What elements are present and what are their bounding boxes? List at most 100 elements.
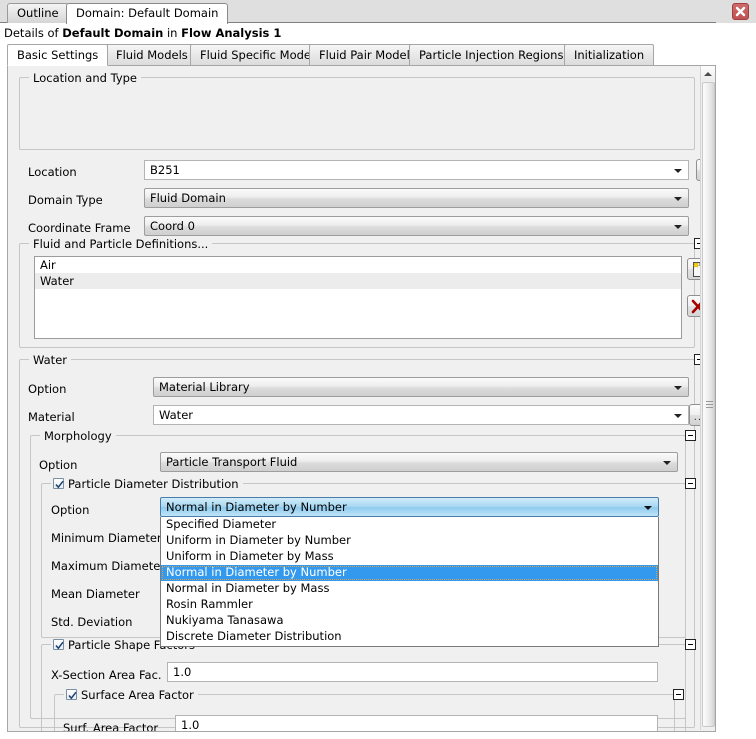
select-coordinate-frame[interactable]: Coord 0: [144, 216, 689, 236]
label-coordinate-frame: Coordinate Frame: [28, 221, 131, 235]
dropdown-option[interactable]: Uniform in Diameter by Number: [161, 533, 658, 549]
dropdown-option[interactable]: Normal in Diameter by Mass: [161, 581, 658, 597]
checkbox-particle-diameter-distribution[interactable]: [53, 478, 64, 489]
tab-initialization-label: Initialization: [574, 48, 645, 62]
chevron-down-icon[interactable]: [644, 506, 652, 510]
list-item-label: Air: [40, 258, 56, 272]
dropdown-option-label: Normal in Diameter by Number: [166, 565, 347, 579]
window-tab-domain-label: Domain: Default Domain: [76, 6, 219, 20]
tab-fluid-specific-models-label: Fluid Specific Models: [200, 48, 321, 62]
label-domain-type: Domain Type: [28, 193, 103, 207]
group-particle-diameter-distribution-label: Particle Diameter Distribution: [68, 477, 239, 491]
list-item[interactable]: Air: [35, 257, 681, 273]
list-fluid-particle-definitions[interactable]: Air Water: [34, 256, 682, 339]
details-context-name: Flow Analysis 1: [181, 26, 282, 40]
input-material[interactable]: Water: [153, 405, 689, 425]
group-fluid-particle-definitions-title: Fluid and Particle Definitions...: [29, 237, 213, 251]
dropdown-option[interactable]: Normal in Diameter by Number: [161, 565, 658, 581]
tab-particle-injection-regions-label: Particle Injection Regions...: [419, 48, 575, 62]
details-middle: in: [163, 26, 182, 40]
chevron-down-icon[interactable]: [674, 386, 682, 390]
group-location-and-type-title: Location and Type: [29, 71, 141, 85]
dropdown-option-label: Nukiyama Tanasawa: [166, 613, 284, 627]
details-header: Details of Default Domain in Flow Analys…: [4, 26, 281, 40]
select-pdd-option-value: Normal in Diameter by Number: [166, 500, 347, 514]
group-surface-area-factor-label: Surface Area Factor: [81, 688, 194, 702]
window-tab-outline[interactable]: Outline: [7, 3, 69, 23]
tab-basic-settings[interactable]: Basic Settings: [7, 44, 109, 66]
dropdown-option[interactable]: Rosin Rammler: [161, 597, 658, 613]
chevron-down-icon[interactable]: [674, 414, 682, 418]
collapse-surface-area-factor[interactable]: [673, 689, 684, 700]
group-location-and-type: Location and Type: [19, 71, 695, 150]
group-water-title: Water: [29, 353, 71, 367]
settings-pane: Location and Type Location B251 ... Doma…: [7, 66, 716, 732]
group-morphology-title: Morphology: [40, 429, 116, 443]
dropdown-option[interactable]: Discrete Diameter Distribution: [161, 629, 658, 645]
checkbox-particle-shape-factors[interactable]: [53, 639, 64, 650]
group-particle-diameter-distribution-title: Particle Diameter Distribution: [51, 477, 243, 491]
label-maximum-diameter: Maximum Diameter: [51, 559, 166, 573]
scroll-up-arrow-icon: [704, 72, 712, 76]
label-water-option: Option: [28, 382, 67, 396]
vertical-scrollbar[interactable]: [700, 66, 715, 730]
label-mean-diameter: Mean Diameter: [51, 587, 140, 601]
label-location: Location: [28, 165, 77, 179]
label-material: Material: [28, 410, 75, 424]
chevron-down-icon[interactable]: [663, 461, 671, 465]
collapse-morphology[interactable]: [685, 430, 696, 441]
checkmark-icon: [68, 691, 77, 700]
dropdown-pdd-options[interactable]: Specified Diameter Uniform in Diameter by…: [160, 517, 659, 647]
select-domain-type[interactable]: Fluid Domain: [144, 188, 689, 208]
group-surface-area-factor-title: Surface Area Factor: [64, 688, 198, 702]
details-object-name: Default Domain: [62, 26, 164, 40]
dropdown-option[interactable]: Uniform in Diameter by Mass: [161, 549, 658, 565]
scrollbar-thumb[interactable]: [702, 82, 715, 727]
input-surf-area-factor[interactable]: 1.0: [175, 715, 658, 731]
input-location[interactable]: B251: [144, 160, 689, 180]
close-icon: [735, 6, 746, 17]
select-pdd-option[interactable]: Normal in Diameter by Number: [160, 497, 659, 517]
window-tab-outline-label: Outline: [17, 6, 59, 20]
tab-fluid-pair-models-label: Fluid Pair Models: [319, 48, 416, 62]
tab-fluid-models-label: Fluid Models: [116, 48, 188, 62]
checkmark-icon: [55, 641, 64, 650]
select-water-option-value: Material Library: [159, 380, 250, 394]
chevron-down-icon[interactable]: [674, 225, 682, 229]
select-coordinate-frame-value: Coord 0: [150, 219, 195, 233]
chevron-down-icon[interactable]: [674, 169, 682, 173]
tab-initialization[interactable]: Initialization: [564, 44, 655, 66]
collapse-particle-shape-factors[interactable]: [685, 639, 696, 650]
label-morphology-option: Option: [39, 458, 78, 472]
input-xsection-area-factor[interactable]: 1.0: [167, 662, 658, 682]
select-domain-type-value: Fluid Domain: [150, 191, 226, 205]
checkbox-surface-area-factor[interactable]: [66, 689, 77, 700]
label-xsection-area-factor: X-Section Area Fac.: [51, 668, 162, 682]
chevron-down-icon[interactable]: [674, 197, 682, 201]
label-surf-area-factor: Surf. Area Factor: [63, 721, 159, 732]
window-tab-strip: Outline Domain: Default Domain: [0, 0, 756, 24]
window-tab-domain-default-domain[interactable]: Domain: Default Domain: [66, 3, 229, 24]
dropdown-option-label: Uniform in Diameter by Mass: [166, 549, 334, 563]
tab-fluid-models[interactable]: Fluid Models: [106, 44, 198, 66]
tab-basic-settings-label: Basic Settings: [17, 48, 99, 62]
tab-particle-injection-regions[interactable]: Particle Injection Regions...: [409, 44, 585, 66]
dropdown-option-label: Discrete Diameter Distribution: [166, 629, 342, 643]
dropdown-option[interactable]: Specified Diameter: [161, 517, 658, 533]
collapse-particle-diameter-distribution[interactable]: [685, 478, 696, 489]
dropdown-option-label: Uniform in Diameter by Number: [166, 533, 351, 547]
dropdown-option[interactable]: Nukiyama Tanasawa: [161, 613, 658, 629]
close-button[interactable]: [732, 3, 749, 20]
dropdown-option-label: Specified Diameter: [166, 517, 277, 531]
dropdown-option-label: Normal in Diameter by Mass: [166, 581, 330, 595]
checkmark-icon: [55, 480, 64, 489]
input-xsection-area-factor-value: 1.0: [173, 665, 192, 679]
select-morphology-option[interactable]: Particle Transport Fluid: [160, 452, 678, 472]
dropdown-option-label: Rosin Rammler: [166, 597, 253, 611]
scroll-up-button[interactable]: [701, 66, 715, 81]
select-water-option[interactable]: Material Library: [153, 377, 689, 397]
cfx-pre-domain-editor: Outline Domain: Default Domain Details o…: [0, 0, 756, 739]
list-item-label: Water: [40, 274, 74, 288]
list-item[interactable]: Water: [35, 273, 681, 289]
label-std-deviation: Std. Deviation: [51, 615, 133, 629]
